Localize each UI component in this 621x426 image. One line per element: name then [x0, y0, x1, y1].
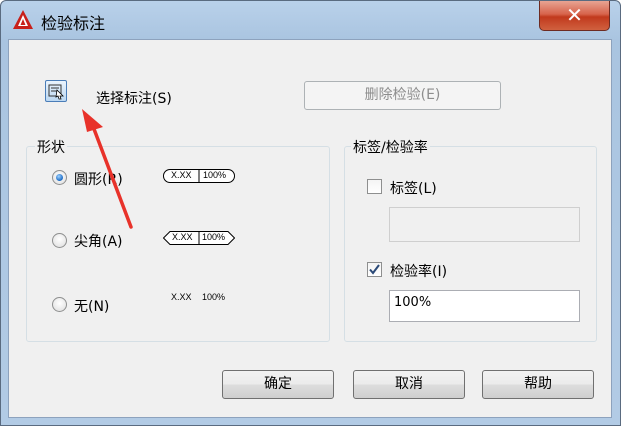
annotation-arrow	[82, 109, 133, 229]
dialog-window: 检验标注 ✕ 选择标注(S) 删除检验(E) 形状 圆形(R) X.XX 100…	[0, 0, 621, 426]
